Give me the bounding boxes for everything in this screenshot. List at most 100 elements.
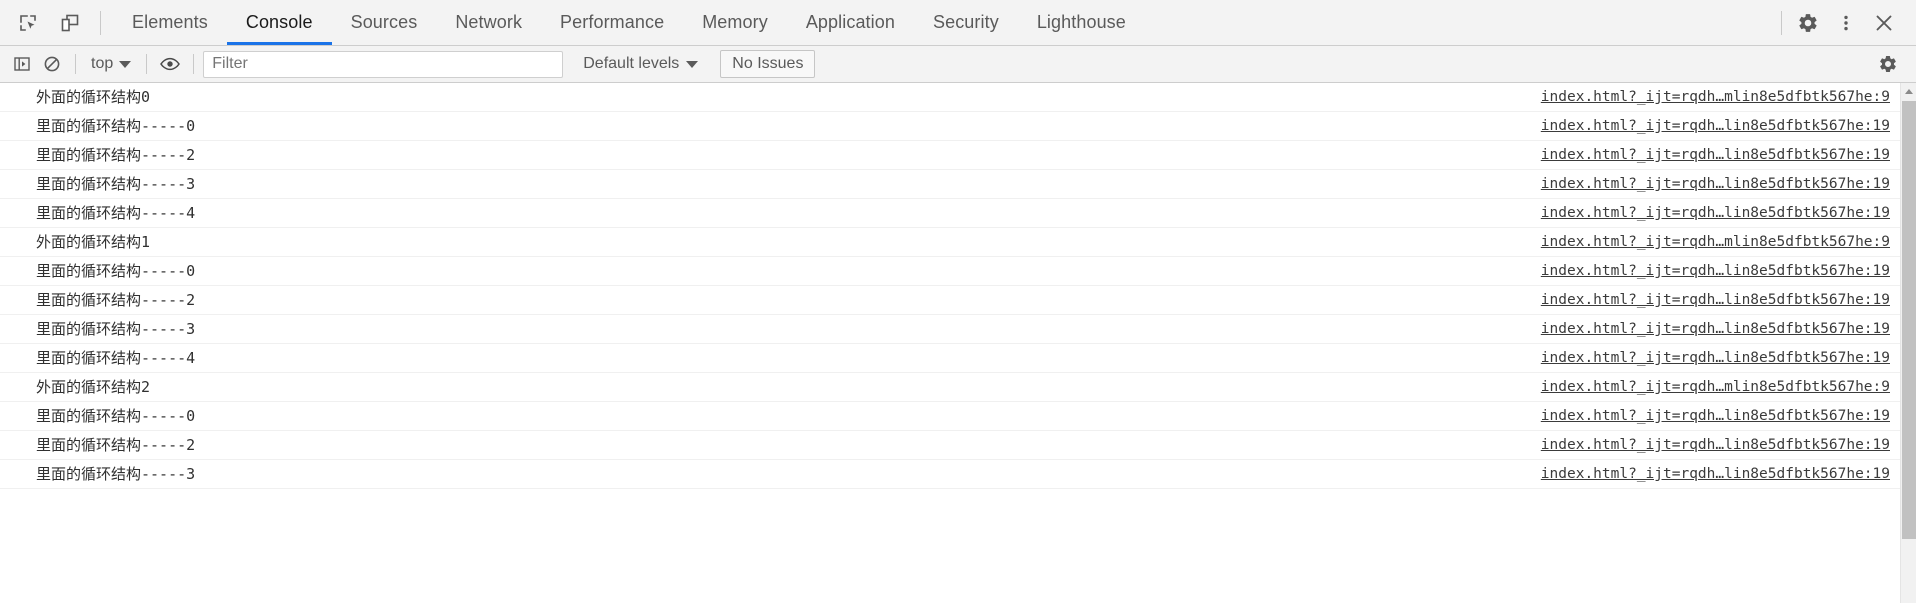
tab-console-label: Console <box>245 12 313 32</box>
tab-memory-label: Memory <box>702 12 768 32</box>
tab-elements-label: Elements <box>132 12 208 32</box>
more-options-button[interactable] <box>1828 5 1864 41</box>
console-message-text: 里面的循环结构-----0 <box>36 406 196 425</box>
console-message-row[interactable]: 里面的循环结构-----0 index.html?_ijt=rqdh…lin8e5… <box>0 402 1900 431</box>
console-message-text: 里面的循环结构-----3 <box>36 174 196 193</box>
console-message-source-link[interactable]: index.html?_ijt=rqdh…lin8e5dfbtk567he:19 <box>1541 321 1890 337</box>
issues-button[interactable]: No Issues <box>720 50 816 78</box>
close-icon <box>1876 15 1892 30</box>
console-settings-gear-icon <box>1880 55 1896 73</box>
console-message-row[interactable]: 里面的循环结构-----2 index.html?_ijt=rqdh…lin8e5… <box>0 141 1900 170</box>
tab-lighthouse[interactable]: Lighthouse <box>1018 0 1145 45</box>
execution-context-value: top <box>91 55 114 72</box>
more-options-icon <box>1844 15 1848 30</box>
console-message-row[interactable]: 里面的循环结构-----3 index.html?_ijt=rqdh…lin8e5… <box>0 315 1900 344</box>
console-message-source-link[interactable]: index.html?_ijt=rqdh…lin8e5dfbtk567he:19 <box>1541 176 1890 192</box>
tab-security[interactable]: Security <box>914 0 1018 45</box>
tab-sources-label: Sources <box>350 12 418 32</box>
console-message-source-link[interactable]: index.html?_ijt=rqdh…mlin8e5dfbtk567he:9 <box>1541 89 1890 105</box>
close-devtools-button[interactable] <box>1866 5 1902 41</box>
console-message-source-link[interactable]: index.html?_ijt=rqdh…lin8e5dfbtk567he:19 <box>1541 292 1890 308</box>
console-message-source-link[interactable]: index.html?_ijt=rqdh…mlin8e5dfbtk567he:9 <box>1541 379 1890 395</box>
chevron-down-icon <box>119 60 132 68</box>
console-message-source-link[interactable]: index.html?_ijt=rqdh…lin8e5dfbtk567he:19 <box>1541 205 1890 221</box>
scrollbar-up-button[interactable] <box>1901 83 1916 100</box>
clear-console-button[interactable] <box>38 51 66 77</box>
console-message-text: 里面的循环结构-----4 <box>36 348 196 367</box>
console-message-text: 里面的循环结构-----4 <box>36 203 196 222</box>
console-message-text: 外面的循环结构1 <box>36 232 151 251</box>
live-expression-eye-icon <box>160 57 181 71</box>
console-message-source-link[interactable]: index.html?_ijt=rqdh…lin8e5dfbtk567he:19 <box>1541 118 1890 134</box>
tab-network[interactable]: Network <box>436 0 541 45</box>
console-message-row[interactable]: 里面的循环结构-----2 index.html?_ijt=rqdh…lin8e5… <box>0 286 1900 315</box>
tab-performance-label: Performance <box>560 12 665 32</box>
filterbar-divider-2 <box>146 54 148 74</box>
inspect-element-icon <box>20 14 36 31</box>
console-message-area[interactable]: 外面的循环结构0 index.html?_ijt=rqdh…mlin8e5dfbt… <box>0 83 1916 603</box>
live-expression-button[interactable] <box>156 51 184 77</box>
tab-network-label: Network <box>455 12 523 32</box>
console-message-source-link[interactable]: index.html?_ijt=rqdh…lin8e5dfbtk567he:19 <box>1541 437 1890 453</box>
toolbar-divider <box>100 10 101 35</box>
console-message-row[interactable]: 里面的循环结构-----2 index.html?_ijt=rqdh…lin8e5… <box>0 431 1900 460</box>
log-levels-label: Default levels <box>583 55 680 72</box>
scroll-up-arrow-icon <box>1904 89 1913 94</box>
tab-bar-left-icons <box>0 0 113 45</box>
console-message-text: 里面的循环结构-----0 <box>36 261 196 280</box>
console-message-row[interactable]: 里面的循环结构-----4 index.html?_ijt=rqdh…lin8e5… <box>0 199 1900 228</box>
inspect-element-button[interactable] <box>10 5 46 41</box>
tab-performance[interactable]: Performance <box>541 0 683 45</box>
console-message-row[interactable]: 里面的循环结构-----4 index.html?_ijt=rqdh…lin8e5… <box>0 344 1900 373</box>
tab-console[interactable]: Console <box>226 0 332 45</box>
tab-security-label: Security <box>932 12 999 32</box>
console-message-row[interactable]: 外面的循环结构0 index.html?_ijt=rqdh…mlin8e5dfbt… <box>0 83 1900 112</box>
panel-tabs: Elements Console Sources Network Perform… <box>113 0 1145 45</box>
console-scrollbar[interactable] <box>1900 83 1916 603</box>
tab-elements[interactable]: Elements <box>113 0 227 45</box>
toolbar-divider-right <box>1781 10 1782 35</box>
tab-lighthouse-label: Lighthouse <box>1036 12 1126 32</box>
clear-console-icon <box>44 56 60 72</box>
tab-application-label: Application <box>805 12 895 32</box>
console-sidebar-toggle-button[interactable] <box>8 51 36 77</box>
console-message-source-link[interactable]: index.html?_ijt=rqdh…lin8e5dfbtk567he:19 <box>1541 147 1890 163</box>
execution-context-selector[interactable]: top <box>85 53 137 75</box>
tab-sources[interactable]: Sources <box>332 0 437 45</box>
console-message-row[interactable]: 外面的循环结构2 index.html?_ijt=rqdh…mlin8e5dfbt… <box>0 373 1900 402</box>
filterbar-divider-1 <box>75 54 76 74</box>
console-message-text: 外面的循环结构0 <box>36 87 151 106</box>
console-message-source-link[interactable]: index.html?_ijt=rqdh…mlin8e5dfbtk567he:9 <box>1541 234 1890 250</box>
devtools-tab-bar: Elements Console Sources Network Perform… <box>0 0 1916 46</box>
settings-button[interactable] <box>1790 5 1826 41</box>
filter-input[interactable] <box>203 50 564 78</box>
console-message-text: 里面的循环结构-----3 <box>36 319 196 338</box>
tab-memory[interactable]: Memory <box>683 0 787 45</box>
console-message-source-link[interactable]: index.html?_ijt=rqdh…lin8e5dfbtk567he:19 <box>1541 350 1890 366</box>
filterbar-right <box>1874 51 1908 77</box>
console-message-source-link[interactable]: index.html?_ijt=rqdh…lin8e5dfbtk567he:19 <box>1541 408 1890 424</box>
console-message-text: 里面的循环结构-----2 <box>36 290 196 309</box>
console-message-text: 里面的循环结构-----0 <box>36 116 196 135</box>
scrollbar-thumb[interactable] <box>1902 101 1916 539</box>
console-message-text: 里面的循环结构-----2 <box>36 435 196 454</box>
console-sidebar-icon <box>14 57 30 71</box>
console-message-row[interactable]: 里面的循环结构-----3 index.html?_ijt=rqdh…lin8e5… <box>0 460 1900 489</box>
console-message-row[interactable]: 里面的循环结构-----0 index.html?_ijt=rqdh…lin8e5… <box>0 112 1900 141</box>
console-message-text: 外面的循环结构2 <box>36 377 151 396</box>
console-message-list: 外面的循环结构0 index.html?_ijt=rqdh…mlin8e5dfbt… <box>0 83 1900 603</box>
tab-application[interactable]: Application <box>787 0 914 45</box>
console-message-source-link[interactable]: index.html?_ijt=rqdh…lin8e5dfbtk567he:19 <box>1541 263 1890 279</box>
chevron-down-icon-levels <box>686 60 699 68</box>
console-message-source-link[interactable]: index.html?_ijt=rqdh…lin8e5dfbtk567he:19 <box>1541 466 1890 482</box>
console-message-row[interactable]: 里面的循环结构-----0 index.html?_ijt=rqdh…lin8e5… <box>0 257 1900 286</box>
device-toolbar-icon <box>61 14 79 31</box>
filterbar-divider-3 <box>193 54 195 74</box>
console-message-row[interactable]: 里面的循环结构-----3 index.html?_ijt=rqdh…lin8e5… <box>0 170 1900 199</box>
tab-bar-right-icons <box>1775 0 1916 45</box>
console-settings-button[interactable] <box>1874 51 1902 77</box>
log-levels-selector[interactable]: Default levels <box>575 53 706 75</box>
console-message-text: 里面的循环结构-----3 <box>36 464 196 483</box>
console-message-row[interactable]: 外面的循环结构1 index.html?_ijt=rqdh…mlin8e5dfbt… <box>0 228 1900 257</box>
device-toolbar-button[interactable] <box>52 5 88 41</box>
